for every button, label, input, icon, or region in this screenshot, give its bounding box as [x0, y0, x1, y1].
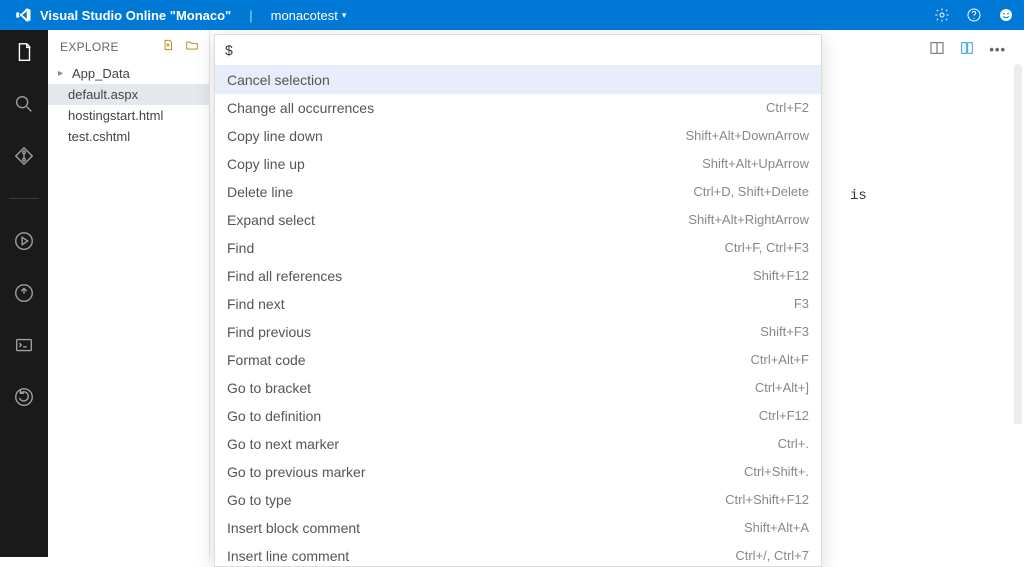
command-label: Insert block comment [227, 518, 360, 538]
command-shortcut: Ctrl+/, Ctrl+7 [735, 546, 809, 566]
command-shortcut: Shift+Alt+DownArrow [685, 126, 809, 146]
editor-area: ••• is Cancel selection Change all occurr… [210, 30, 1024, 557]
editor-scrollbar[interactable] [1014, 64, 1022, 484]
more-icon[interactable]: ••• [989, 42, 1006, 57]
settings-icon[interactable] [934, 7, 950, 23]
command-shortcut: Shift+F12 [753, 266, 809, 286]
new-folder-icon[interactable] [185, 38, 199, 55]
command-palette-list: Cancel selection Change all occurrences Ct… [215, 66, 821, 566]
title-bar: Visual Studio Online "Monaco" | monacote… [0, 0, 1024, 30]
tree-file[interactable]: hostingstart.html [48, 105, 209, 126]
command-palette-item[interactable]: Go to previous marker Ctrl+Shift+. [215, 458, 821, 486]
command-label: Delete line [227, 182, 293, 202]
search-icon[interactable] [8, 88, 40, 120]
workspace-name: monacotest [271, 8, 338, 23]
command-palette-item[interactable]: Insert block comment Shift+Alt+A [215, 514, 821, 542]
command-shortcut: Ctrl+F12 [759, 406, 809, 426]
command-shortcut: Shift+Alt+RightArrow [688, 210, 809, 230]
command-shortcut: Shift+Alt+A [744, 518, 809, 538]
vs-logo-icon [10, 6, 36, 24]
command-label: Copy line up [227, 154, 305, 174]
command-palette-item[interactable]: Go to type Ctrl+Shift+F12 [215, 486, 821, 514]
output-icon[interactable] [8, 277, 40, 309]
command-palette: Cancel selection Change all occurrences Ct… [214, 34, 822, 567]
editor-toolbar: ••• [929, 40, 1006, 59]
command-shortcut: Shift+Alt+UpArrow [702, 154, 809, 174]
explorer-title: EXPLORE [60, 40, 119, 54]
file-name: hostingstart.html [68, 108, 163, 123]
explorer-icon[interactable] [8, 36, 40, 68]
command-palette-item[interactable]: Expand select Shift+Alt+RightArrow [215, 206, 821, 234]
git-icon[interactable] [8, 140, 40, 172]
command-label: Find next [227, 294, 285, 314]
help-icon[interactable] [966, 7, 982, 23]
file-name: test.cshtml [68, 129, 130, 144]
product-title: Visual Studio Online "Monaco" [40, 8, 231, 23]
command-label: Cancel selection [227, 70, 330, 90]
chevron-right-icon: ▸ [58, 68, 68, 79]
command-shortcut: F3 [794, 294, 809, 314]
command-label: Go to bracket [227, 378, 311, 398]
command-palette-input[interactable] [215, 35, 821, 66]
command-label: Find all references [227, 266, 342, 286]
split-editor-icon[interactable] [929, 40, 945, 59]
command-label: Find [227, 238, 254, 258]
command-label: Expand select [227, 210, 315, 230]
command-palette-item[interactable]: Find all references Shift+F12 [215, 262, 821, 290]
command-palette-item[interactable]: Delete line Ctrl+D, Shift+Delete [215, 178, 821, 206]
command-palette-item[interactable]: Find next F3 [215, 290, 821, 318]
new-file-icon[interactable] [161, 38, 175, 55]
command-palette-item[interactable]: Go to bracket Ctrl+Alt+] [215, 374, 821, 402]
header-actions [934, 7, 1014, 23]
activity-separator [9, 198, 39, 199]
command-label: Go to previous marker [227, 462, 366, 482]
command-palette-item[interactable]: Format code Ctrl+Alt+F [215, 346, 821, 374]
refresh-icon[interactable] [8, 381, 40, 413]
command-shortcut: Ctrl+F, Ctrl+F3 [724, 238, 809, 258]
tree-file[interactable]: test.cshtml [48, 126, 209, 147]
command-label: Go to next marker [227, 434, 339, 454]
command-palette-item[interactable]: Find previous Shift+F3 [215, 318, 821, 346]
command-shortcut: Shift+F3 [760, 322, 809, 342]
feedback-icon[interactable] [998, 7, 1014, 23]
file-name: default.aspx [68, 87, 138, 102]
folder-name: App_Data [72, 66, 130, 81]
command-shortcut: Ctrl+Alt+F [750, 350, 809, 370]
command-shortcut: Ctrl+Shift+F12 [725, 490, 809, 510]
command-shortcut: Ctrl+D, Shift+Delete [693, 182, 809, 202]
command-label: Format code [227, 350, 306, 370]
command-shortcut: Ctrl+Alt+] [755, 378, 809, 398]
command-shortcut: Ctrl+. [778, 434, 809, 454]
explorer-sidebar: EXPLORE ▸ App_Data default.aspx hostingst… [48, 30, 210, 557]
console-icon[interactable] [8, 329, 40, 361]
command-palette-item[interactable]: Go to next marker Ctrl+. [215, 430, 821, 458]
command-label: Change all occurrences [227, 98, 374, 118]
diff-icon[interactable] [959, 40, 975, 59]
command-palette-item[interactable]: Copy line down Shift+Alt+DownArrow [215, 122, 821, 150]
command-palette-item[interactable]: Copy line up Shift+Alt+UpArrow [215, 150, 821, 178]
command-shortcut: Ctrl+F2 [766, 98, 809, 118]
command-label: Copy line down [227, 126, 323, 146]
activity-bar [0, 30, 48, 557]
chevron-down-icon: ▾ [342, 10, 347, 21]
command-palette-item[interactable]: Go to definition Ctrl+F12 [215, 402, 821, 430]
file-tree: ▸ App_Data default.aspx hostingstart.html… [48, 59, 209, 147]
tree-folder[interactable]: ▸ App_Data [48, 63, 209, 84]
command-label: Find previous [227, 322, 311, 342]
editor-text-fragment: is [850, 188, 867, 204]
command-label: Go to definition [227, 406, 321, 426]
command-palette-item[interactable]: Insert line comment Ctrl+/, Ctrl+7 [215, 542, 821, 566]
command-shortcut: Ctrl+Shift+. [744, 462, 809, 482]
explorer-header: EXPLORE [48, 30, 209, 59]
command-label: Insert line comment [227, 546, 349, 566]
command-label: Go to type [227, 490, 292, 510]
command-palette-item[interactable]: Change all occurrences Ctrl+F2 [215, 94, 821, 122]
run-icon[interactable] [8, 225, 40, 257]
command-palette-item[interactable]: Find Ctrl+F, Ctrl+F3 [215, 234, 821, 262]
workspace-dropdown[interactable]: monacotest ▾ [271, 8, 347, 23]
title-divider: | [249, 8, 252, 23]
command-palette-item[interactable]: Cancel selection [215, 66, 821, 94]
tree-file[interactable]: default.aspx [48, 84, 209, 105]
